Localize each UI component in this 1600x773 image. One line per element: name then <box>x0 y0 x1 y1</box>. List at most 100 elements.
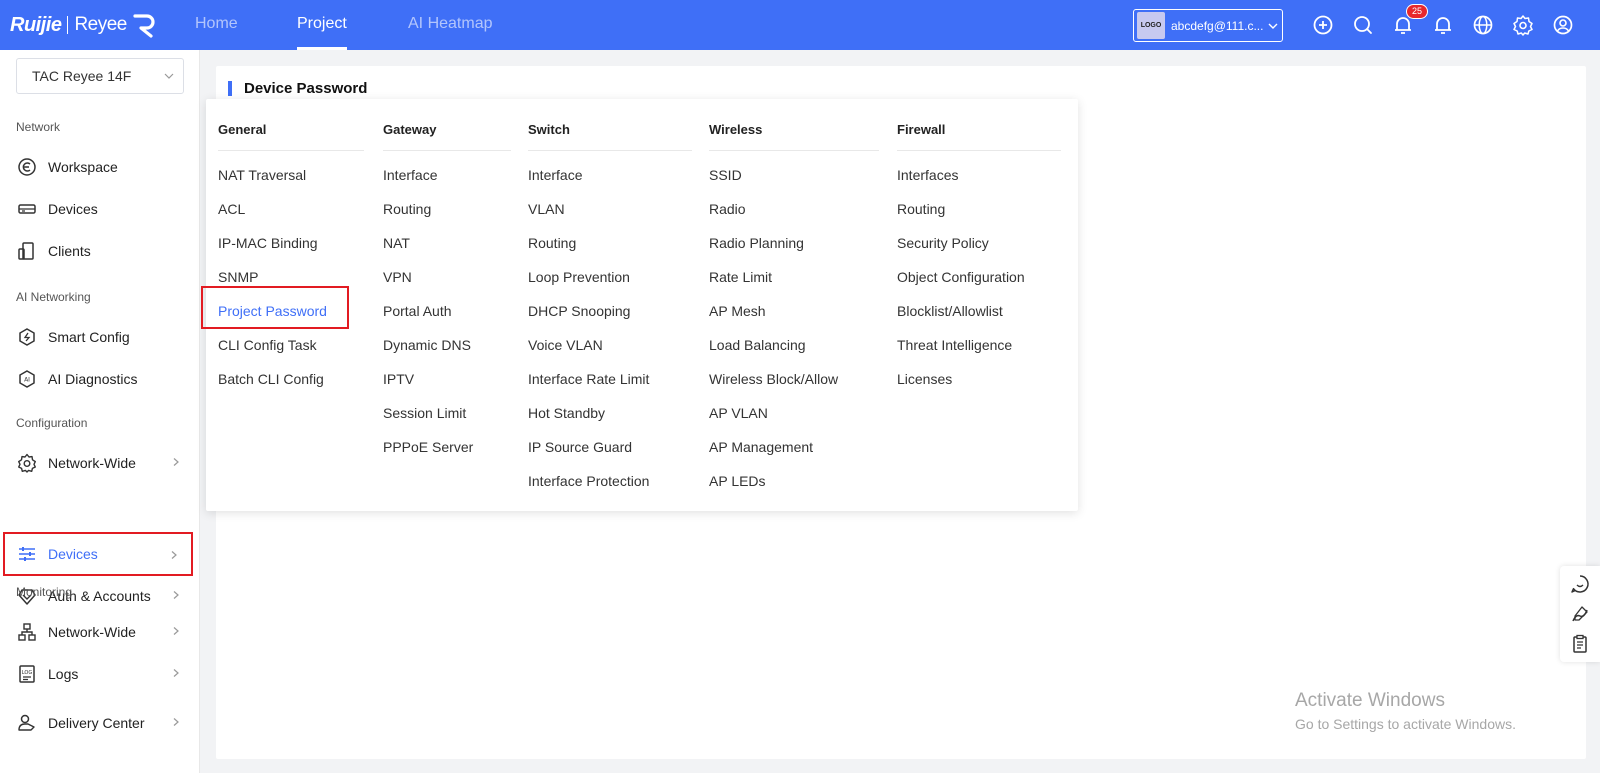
section-network: Network <box>16 120 61 134</box>
menu-item-security-policy[interactable]: Security Policy <box>897 235 989 251</box>
menu-item-ap-management[interactable]: AP Management <box>709 439 813 455</box>
menu-item-voice-vlan[interactable]: Voice VLAN <box>528 337 603 353</box>
sidebar-item-workspace[interactable]: Workspace <box>3 145 193 189</box>
sidebar-item-network-wide[interactable]: Network-Wide <box>3 441 193 485</box>
menu-item-ap-leds[interactable]: AP LEDs <box>709 473 766 489</box>
menu-item-vlan[interactable]: VLAN <box>528 201 565 217</box>
menu-item-ap-vlan[interactable]: AP VLAN <box>709 405 768 421</box>
menu-item-interface-rate-limit[interactable]: Interface Rate Limit <box>528 371 649 387</box>
menu-item-gateway-routing[interactable]: Routing <box>383 201 431 217</box>
notification-bell-icon[interactable] <box>1432 14 1454 36</box>
project-selector[interactable]: TAC Reyee 14F <box>16 58 184 94</box>
column-divider <box>709 150 879 151</box>
menu-item-snmp[interactable]: SNMP <box>218 269 258 285</box>
column-divider <box>528 150 692 151</box>
sidebar-item-logs[interactable]: LOG Logs <box>3 652 193 696</box>
menu-item-rate-limit[interactable]: Rate Limit <box>709 269 772 285</box>
menu-item-hot-standby[interactable]: Hot Standby <box>528 405 605 421</box>
chevron-down-icon <box>164 73 174 79</box>
menu-item-portal-auth[interactable]: Portal Auth <box>383 303 452 319</box>
menu-item-ap-mesh[interactable]: AP Mesh <box>709 303 766 319</box>
menu-item-firewall-routing[interactable]: Routing <box>897 201 945 217</box>
menu-item-dynamic-dns[interactable]: Dynamic DNS <box>383 337 471 353</box>
menu-item-loop-prevention[interactable]: Loop Prevention <box>528 269 630 285</box>
user-profile-icon[interactable] <box>1552 14 1574 36</box>
menu-item-ip-source-guard[interactable]: IP Source Guard <box>528 439 632 455</box>
menu-item-iptv[interactable]: IPTV <box>383 371 414 387</box>
sidebar-item-config-devices[interactable]: Devices <box>3 532 193 576</box>
brand-separator <box>67 16 69 34</box>
menu-item-nat-traversal[interactable]: NAT Traversal <box>218 167 306 183</box>
account-selector[interactable]: LOGO abcdefg@111.c... <box>1133 9 1283 42</box>
active-tab-indicator <box>297 47 347 50</box>
menu-item-interface-protection[interactable]: Interface Protection <box>528 473 649 489</box>
sidebar-item-delivery-center[interactable]: Delivery Center <box>3 701 193 745</box>
ai-diagnostics-icon: AI <box>19 370 35 388</box>
sidebar-item-ai-diagnostics[interactable]: AI AI Diagnostics <box>3 357 193 401</box>
globe-icon[interactable] <box>1472 14 1494 36</box>
menu-item-radio-planning[interactable]: Radio Planning <box>709 235 804 251</box>
menu-item-licenses[interactable]: Licenses <box>897 371 952 387</box>
feedback-pen-icon[interactable] <box>1570 604 1590 624</box>
sidebar-item-label: Clients <box>48 243 91 259</box>
chevron-right-icon <box>173 458 179 466</box>
menu-item-nat[interactable]: NAT <box>383 235 410 251</box>
sidebar-item-label: Workspace <box>48 159 118 175</box>
chat-icon[interactable] <box>1570 574 1590 594</box>
tab-project[interactable]: Project <box>297 15 347 33</box>
brand-name: Ruijie <box>10 13 62 36</box>
tab-ai-heatmap[interactable]: AI Heatmap <box>408 15 492 33</box>
menu-item-radio[interactable]: Radio <box>709 201 746 217</box>
sidebar-item-label: Smart Config <box>48 329 130 345</box>
menu-column-firewall-title: Firewall <box>897 122 946 137</box>
column-divider <box>383 150 511 151</box>
menu-item-vpn[interactable]: VPN <box>383 269 412 285</box>
menu-item-switch-interface[interactable]: Interface <box>528 167 582 183</box>
menu-item-dhcp-snooping[interactable]: DHCP Snooping <box>528 303 630 319</box>
gear-icon <box>18 453 36 473</box>
menu-item-session-limit[interactable]: Session Limit <box>383 405 466 421</box>
menu-item-object-configuration[interactable]: Object Configuration <box>897 269 1025 285</box>
tab-home[interactable]: Home <box>195 15 238 33</box>
sidebar-item-label: Devices <box>48 201 98 217</box>
menu-column-gateway-title: Gateway <box>383 122 437 137</box>
section-monitoring: Monitoring <box>16 585 73 599</box>
topology-icon <box>18 623 36 641</box>
clipboard-icon[interactable] <box>1570 634 1590 654</box>
column-divider <box>218 150 364 151</box>
menu-column-wireless-title: Wireless <box>709 122 763 137</box>
search-icon[interactable] <box>1352 14 1374 36</box>
menu-item-firewall-interfaces[interactable]: Interfaces <box>897 167 958 183</box>
menu-item-cli-config-task[interactable]: CLI Config Task <box>218 337 317 353</box>
add-circle-icon[interactable] <box>1312 14 1334 36</box>
menu-item-ip-mac-binding[interactable]: IP-MAC Binding <box>218 235 318 251</box>
menu-item-wireless-block-allow[interactable]: Wireless Block/Allow <box>709 371 838 387</box>
chevron-right-icon <box>171 551 177 559</box>
menu-item-threat-intelligence[interactable]: Threat Intelligence <box>897 337 1012 353</box>
menu-item-blocklist-allowlist[interactable]: Blocklist/Allowlist <box>897 303 1003 319</box>
menu-item-pppoe-server[interactable]: PPPoE Server <box>383 439 473 455</box>
menu-item-load-balancing[interactable]: Load Balancing <box>709 337 806 353</box>
sidebar-item-devices[interactable]: Devices <box>3 187 193 231</box>
menu-item-switch-routing[interactable]: Routing <box>528 235 576 251</box>
notification-badge: 25 <box>1406 4 1428 19</box>
brand-logo[interactable]: Ruijie Reyee <box>10 11 157 39</box>
sidebar-item-label: AI Diagnostics <box>48 371 138 387</box>
menu-item-gateway-interface[interactable]: Interface <box>383 167 437 183</box>
menu-item-ssid[interactable]: SSID <box>709 167 742 183</box>
sidebar: TAC Reyee 14F Network Workspace Devices … <box>0 50 200 773</box>
chevron-right-icon <box>173 718 179 726</box>
delivery-icon <box>18 714 35 731</box>
top-bar: Ruijie Reyee Home Project AI Heatmap LOG… <box>0 0 1600 50</box>
gear-icon[interactable] <box>1512 14 1534 36</box>
sidebar-item-smart-config[interactable]: Smart Config <box>3 315 193 359</box>
sidebar-item-clients[interactable]: Clients <box>3 229 193 273</box>
menu-item-acl[interactable]: ACL <box>218 201 245 217</box>
menu-item-batch-cli-config[interactable]: Batch CLI Config <box>218 371 324 387</box>
sliders-icon <box>19 547 35 561</box>
sidebar-item-monitoring-network-wide[interactable]: Network-Wide <box>3 610 193 654</box>
sidebar-item-label: Logs <box>48 666 79 682</box>
project-name: TAC Reyee 14F <box>32 68 132 84</box>
svg-text:AI: AI <box>24 377 30 384</box>
svg-text:LOG: LOG <box>22 670 33 676</box>
